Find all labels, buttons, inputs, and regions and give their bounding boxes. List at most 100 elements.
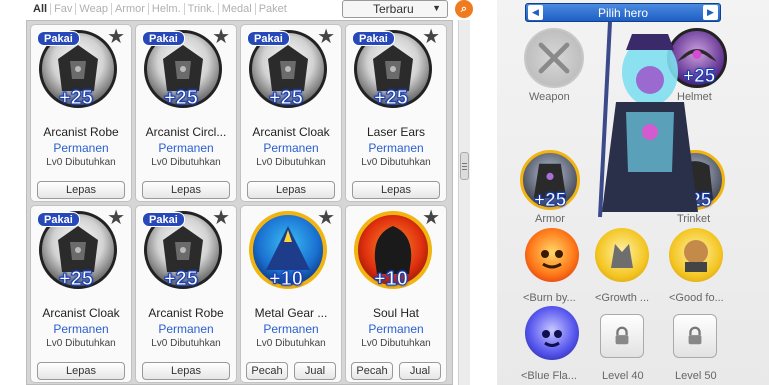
equipped-badge: Pakai xyxy=(142,31,185,46)
item-card[interactable]: Pakai ★ +25 Arcanist Circl... Permanen Lv0 Di… xyxy=(135,24,237,202)
medal-label-4: <Blue Fla... xyxy=(521,370,577,382)
filter-tabs: All Fav Weap Armor Helm. Trink. Medal Pa… xyxy=(30,0,290,18)
tab-trinket[interactable]: Trink. xyxy=(185,3,219,15)
blue-flame-icon xyxy=(542,330,562,347)
item-name: Arcanist Robe xyxy=(148,306,224,320)
armor-label: Armor xyxy=(535,213,565,225)
item-upgrade-level: +25 xyxy=(269,87,304,110)
item-card[interactable]: ★ +10 Metal Gear ... Permanen Lv0 Dibutuhkan… xyxy=(240,205,342,383)
next-hero-icon[interactable]: ▶ xyxy=(703,5,718,20)
item-level-requirement: Lv0 Dibutuhkan xyxy=(151,157,221,168)
item-card[interactable]: Pakai ★ +25 Laser Ears Permanen Lv0 Dibutuhka… xyxy=(345,24,447,202)
equipped-badge: Pakai xyxy=(247,31,290,46)
item-duration: Permanen xyxy=(53,322,109,336)
favorite-star-icon[interactable]: ★ xyxy=(317,208,335,228)
unequip-button[interactable]: Lepas xyxy=(37,181,125,199)
item-name: Arcanist Cloak xyxy=(42,306,120,320)
item-name: Arcanist Robe xyxy=(43,125,119,139)
break-button[interactable]: Pecah xyxy=(351,362,393,380)
good-fortune-icon xyxy=(684,240,708,272)
item-duration: Permanen xyxy=(158,322,214,336)
tab-all[interactable]: All xyxy=(30,3,52,15)
medal-label-1: <Burn by... xyxy=(523,292,576,304)
favorite-star-icon[interactable]: ★ xyxy=(422,208,440,228)
break-button[interactable]: Pecah xyxy=(246,362,288,380)
item-card[interactable]: ★ +10 Soul Hat Permanen Lv0 Dibutuhkan Pecah J… xyxy=(345,205,447,383)
item-name: Arcanist Cloak xyxy=(252,125,330,139)
hero-selector-title: Pilih hero xyxy=(597,5,649,20)
equipped-badge: Pakai xyxy=(37,212,80,227)
scrollbar-thumb[interactable] xyxy=(460,152,469,180)
locked-label-2: Level 50 xyxy=(675,370,717,382)
item-level-requirement: Lv0 Dibutuhkan xyxy=(361,338,431,349)
favorite-star-icon[interactable]: ★ xyxy=(317,27,335,47)
medal-slot-3[interactable] xyxy=(669,228,723,282)
item-level-requirement: Lv0 Dibutuhkan xyxy=(46,338,116,349)
locked-slot-level-50 xyxy=(673,314,717,358)
sell-button[interactable]: Jual xyxy=(294,362,336,380)
item-card[interactable]: Pakai ★ +25 Arcanist Robe Permanen Lv0 Dibutu… xyxy=(135,205,237,383)
equipped-badge: Pakai xyxy=(37,31,80,46)
hero-selector: ◀ Pilih hero ▶ xyxy=(525,3,721,22)
tab-fav[interactable]: Fav xyxy=(51,3,77,15)
item-duration: Permanen xyxy=(158,141,214,155)
tab-weapon[interactable]: Weap xyxy=(76,3,112,15)
locked-label-1: Level 40 xyxy=(602,370,644,382)
sort-select[interactable]: Terbaru ▼ xyxy=(342,0,448,18)
equipped-badge: Pakai xyxy=(352,31,395,46)
inventory-grid: Pakai ★ +25 Arcanist Robe Permanen Lv0 Dibutu… xyxy=(26,20,453,385)
armor-plus: +25 xyxy=(533,190,567,212)
item-upgrade-level: +25 xyxy=(59,268,94,291)
item-level-requirement: Lv0 Dibutuhkan xyxy=(151,338,221,349)
item-duration: Permanen xyxy=(368,141,424,155)
item-level-requirement: Lv0 Dibutuhkan xyxy=(256,157,326,168)
item-card[interactable]: Pakai ★ +25 Arcanist Robe Permanen Lv0 Dibutu… xyxy=(30,24,132,202)
favorite-star-icon[interactable]: ★ xyxy=(107,208,125,228)
tab-paket[interactable]: Paket xyxy=(256,3,290,15)
medal-slot-1[interactable] xyxy=(525,228,579,282)
sort-selected-value: Terbaru xyxy=(373,2,414,16)
inventory-scrollbar[interactable] xyxy=(458,20,470,385)
item-level-requirement: Lv0 Dibutuhkan xyxy=(46,157,116,168)
favorite-star-icon[interactable]: ★ xyxy=(212,27,230,47)
unequip-button[interactable]: Lepas xyxy=(37,362,125,380)
item-upgrade-level: +25 xyxy=(374,87,409,110)
favorite-star-icon[interactable]: ★ xyxy=(422,27,440,47)
hero-character xyxy=(598,22,698,218)
medal-slot-4[interactable] xyxy=(525,306,579,360)
lock-icon xyxy=(688,326,702,345)
item-duration: Permanen xyxy=(263,141,319,155)
item-card[interactable]: Pakai ★ +25 Arcanist Cloak Permanen Lv0 Dibut… xyxy=(30,205,132,383)
prev-hero-icon[interactable]: ◀ xyxy=(528,5,543,20)
item-upgrade-level: +25 xyxy=(59,87,94,110)
item-name: Arcanist Circl... xyxy=(145,125,227,139)
item-card[interactable]: Pakai ★ +25 Arcanist Cloak Permanen Lv0 Dibut… xyxy=(240,24,342,202)
unequip-button[interactable]: Lepas xyxy=(247,181,335,199)
tab-helm[interactable]: Helm. xyxy=(149,3,185,15)
item-name: Laser Ears xyxy=(366,125,426,139)
item-upgrade-level: +25 xyxy=(164,268,199,291)
item-upgrade-level: +10 xyxy=(269,268,304,291)
medal-label-2: <Growth ... xyxy=(595,292,650,304)
item-name: Metal Gear ... xyxy=(254,306,328,320)
medal-slot-2[interactable] xyxy=(595,228,649,282)
unequip-button[interactable]: Lepas xyxy=(142,362,230,380)
weapon-label: Weapon xyxy=(529,91,570,103)
tab-medal[interactable]: Medal xyxy=(219,3,256,15)
tab-armor[interactable]: Armor xyxy=(112,3,149,15)
sell-button[interactable]: Jual xyxy=(399,362,441,380)
weapon-slot[interactable] xyxy=(524,28,584,88)
fire-spirit-icon xyxy=(541,250,563,269)
favorite-star-icon[interactable]: ★ xyxy=(107,27,125,47)
favorite-star-icon[interactable]: ★ xyxy=(212,208,230,228)
medal-label-3: <Good fo... xyxy=(669,292,724,304)
chevron-down-icon: ▼ xyxy=(432,3,441,13)
unequip-button[interactable]: Lepas xyxy=(142,181,230,199)
lock-icon xyxy=(615,326,629,345)
item-upgrade-level: +10 xyxy=(374,268,409,291)
item-name: Soul Hat xyxy=(372,306,420,320)
crossed-swords-icon xyxy=(538,42,570,74)
item-duration: Permanen xyxy=(368,322,424,336)
unequip-button[interactable]: Lepas xyxy=(352,181,440,199)
search-icon[interactable]: ⌕ xyxy=(455,0,473,18)
